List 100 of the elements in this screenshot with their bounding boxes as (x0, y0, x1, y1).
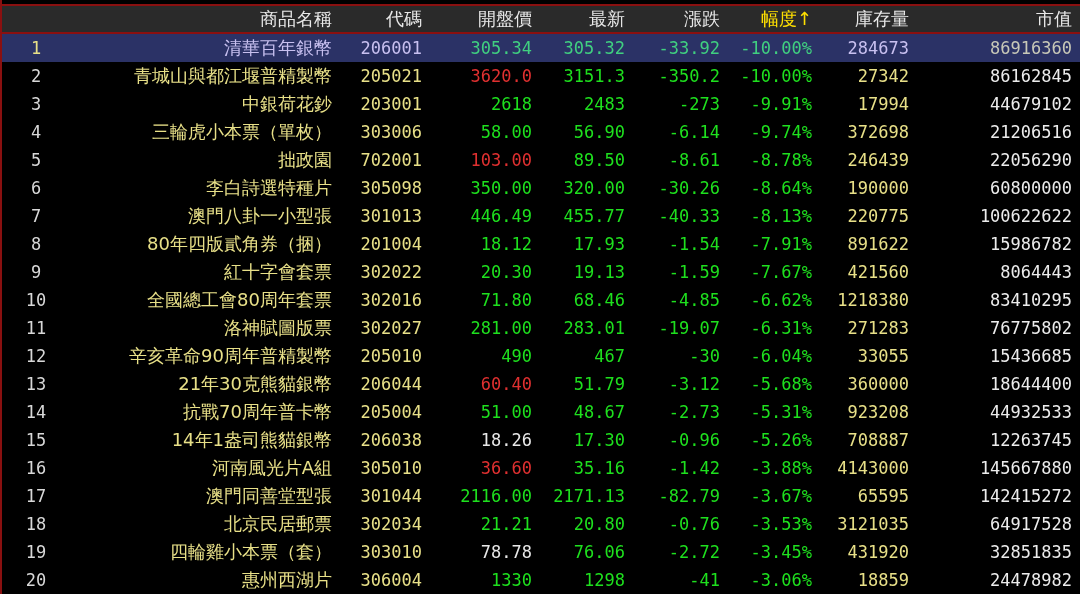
stock-cell-text: 431920 (846, 542, 909, 562)
open-price-cell-text: 103.00 (469, 150, 532, 170)
table-row[interactable]: 2 青城山與都江堰普精製幣 205021 3620.0 3151.3 -350.2 -10.00% 27342 86162845 (2, 62, 1080, 90)
open-price-cell-text: 36.60 (479, 458, 532, 478)
table-row[interactable]: 14 抗戰70周年普卡幣 205004 51.00 48.67 -2.73 -5.31% 923208 44932533 (2, 398, 1080, 426)
change-cell-text: -3.12 (667, 374, 720, 394)
column-header[interactable]: 庫存量 (812, 7, 909, 31)
percent-cell-text: -3.88% (749, 458, 812, 478)
column-header[interactable]: 最新 (532, 7, 625, 31)
open-price-cell-text: 2116.00 (459, 486, 532, 506)
column-header[interactable]: 市值 (909, 7, 1072, 31)
table-row[interactable]: 5 拙政園 702001 103.00 89.50 -8.61 -8.78% 246439 22056290 (2, 146, 1080, 174)
table-row[interactable]: 6 李白詩選特種片 305098 350.00 320.00 -30.26 -8.64% 190000 60800000 (2, 174, 1080, 202)
percent-cell-text: -9.74% (749, 122, 812, 142)
market-value-cell-text: 76775802 (989, 318, 1072, 338)
latest-price-cell-text: 89.50 (572, 150, 625, 170)
name-cell-text: 80年四版貳角券（捆） (146, 232, 332, 256)
latest-price-cell-text: 305.32 (562, 38, 625, 58)
latest-price-cell-text: 19.13 (572, 262, 625, 282)
market-value-cell-text: 83410295 (989, 290, 1072, 310)
market-value-cell-text: 21206516 (989, 122, 1072, 142)
row-number: 4 (29, 122, 43, 142)
table-row[interactable]: 10 全國總工會80周年套票 302016 71.80 68.46 -4.85 -6.62% 1218380 83410295 (2, 286, 1080, 314)
stock-cell-text: 190000 (846, 178, 909, 198)
code-cell-text: 206001 (359, 38, 422, 58)
latest-price-cell-text: 48.67 (572, 402, 625, 422)
column-header[interactable]: 幅度↑ (720, 7, 812, 31)
name-cell-text: 洛神賦圖版票 (223, 316, 332, 340)
name-cell-text: 紅十字會套票 (223, 260, 332, 284)
stock-cell-text: 284673 (846, 38, 909, 58)
open-price-cell-text: 18.12 (479, 234, 532, 254)
open-price-cell-text: 20.30 (479, 262, 532, 282)
row-number: 11 (24, 318, 48, 338)
table-row[interactable]: 17 澳門同善堂型張 301044 2116.00 2171.13 -82.79 -3.67% 65595 142415272 (2, 482, 1080, 510)
column-header[interactable]: 漲跌 (625, 7, 720, 31)
change-cell-text: -30 (688, 346, 720, 366)
column-header[interactable]: 開盤價 (422, 7, 532, 31)
change-cell-text: -1.54 (667, 234, 720, 254)
market-value-cell-text: 12263745 (989, 430, 1072, 450)
latest-price-cell-text: 1298 (583, 570, 625, 590)
open-price-cell-text: 305.34 (469, 38, 532, 58)
change-cell-text: -273 (678, 94, 720, 114)
latest-price-cell-text: 56.90 (572, 122, 625, 142)
change-cell-text: -2.73 (667, 402, 720, 422)
percent-cell-text: -3.45% (749, 542, 812, 562)
table-row[interactable]: 8 80年四版貳角券（捆） 201004 18.12 17.93 -1.54 -7.91% 891622 15986782 (2, 230, 1080, 258)
table-row[interactable]: 19 四輪雞小本票（套） 303010 78.78 76.06 -2.72 -3.45% 431920 32851835 (2, 538, 1080, 566)
table-row[interactable]: 20 惠州西湖片 306004 1330 1298 -41 -3.06% 18859 24478982 (2, 566, 1080, 594)
market-value-cell-text: 32851835 (989, 542, 1072, 562)
table-row[interactable]: 16 河南風光片A組 305010 36.60 35.16 -1.42 -3.88% 4143000 145667880 (2, 454, 1080, 482)
market-value-cell-text: 18644400 (989, 374, 1072, 394)
table-row[interactable]: 1 清華百年銀幣 206001 305.34 305.32 -33.92 -10.00% 284673 86916360 (2, 34, 1080, 62)
name-cell-text: 澳門八卦一小型張 (187, 204, 332, 228)
market-value-cell-text: 15436685 (989, 346, 1072, 366)
code-cell-text: 206044 (359, 374, 422, 394)
code-cell-text: 702001 (359, 150, 422, 170)
open-price-cell-text: 58.00 (479, 122, 532, 142)
table-row[interactable]: 12 辛亥革命90周年普精製幣 205010 490 467 -30 -6.04% 33055 15436685 (2, 342, 1080, 370)
table-row[interactable]: 18 北京民居郵票 302034 21.21 20.80 -0.76 -3.53% 3121035 64917528 (2, 510, 1080, 538)
latest-price-cell-text: 51.79 (572, 374, 625, 394)
latest-price-cell-text: 320.00 (562, 178, 625, 198)
latest-price-cell-text: 467 (593, 346, 625, 366)
table-row[interactable]: 13 21年30克熊貓銀幣 206044 60.40 51.79 -3.12 -5.68% 360000 18644400 (2, 370, 1080, 398)
column-header[interactable]: 商品名稱 (70, 7, 332, 31)
change-cell-text: -6.14 (667, 122, 720, 142)
code-cell-text: 301013 (359, 206, 422, 226)
row-number: 1 (29, 38, 43, 58)
table-row[interactable]: 11 洛神賦圖版票 302027 281.00 283.01 -19.07 -6.31% 271283 76775802 (2, 314, 1080, 342)
table-row[interactable]: 3 中銀荷花鈔 203001 2618 2483 -273 -9.91% 17994 44679102 (2, 90, 1080, 118)
change-cell-text: -2.72 (667, 542, 720, 562)
stock-cell-text: 891622 (846, 234, 909, 254)
change-cell-text: -4.85 (667, 290, 720, 310)
stock-cell-text: 708887 (846, 430, 909, 450)
row-number: 18 (24, 514, 48, 534)
code-cell-text: 205010 (359, 346, 422, 366)
percent-cell-text: -3.06% (749, 570, 812, 590)
percent-cell-text: -3.67% (749, 486, 812, 506)
name-cell-text: 李白詩選特種片 (205, 176, 332, 200)
column-header[interactable]: 代碼 (332, 7, 422, 31)
open-price-cell-text: 21.21 (479, 514, 532, 534)
table-row[interactable]: 9 紅十字會套票 302022 20.30 19.13 -1.59 -7.67% 421560 8064443 (2, 258, 1080, 286)
latest-price-cell-text: 68.46 (572, 290, 625, 310)
table-row[interactable]: 4 三輪虎小本票（單枚） 303006 58.00 56.90 -6.14 -9.74% 372698 21206516 (2, 118, 1080, 146)
table-row[interactable]: 7 澳門八卦一小型張 301013 446.49 455.77 -40.33 -8.13% 220775 100622622 (2, 202, 1080, 230)
stock-cell-text: 923208 (846, 402, 909, 422)
code-cell-text: 302034 (359, 514, 422, 534)
open-price-cell-text: 51.00 (479, 402, 532, 422)
row-number: 5 (29, 150, 43, 170)
market-value-cell-text: 24478982 (989, 570, 1072, 590)
market-value-cell-text: 86162845 (989, 66, 1072, 86)
code-cell-text: 302027 (359, 318, 422, 338)
name-cell-text: 清華百年銀幣 (223, 36, 332, 60)
percent-cell-text: -8.78% (749, 150, 812, 170)
open-price-cell-text: 78.78 (479, 542, 532, 562)
stock-cell-text: 65595 (856, 486, 909, 506)
stock-cell-text: 372698 (846, 122, 909, 142)
stock-cell-text: 17994 (856, 94, 909, 114)
stock-cell-text: 246439 (846, 150, 909, 170)
table-row[interactable]: 15 14年1盎司熊貓銀幣 206038 18.26 17.30 -0.96 -5.26% 708887 12263745 (2, 426, 1080, 454)
market-value-cell-text: 86916360 (989, 38, 1072, 58)
